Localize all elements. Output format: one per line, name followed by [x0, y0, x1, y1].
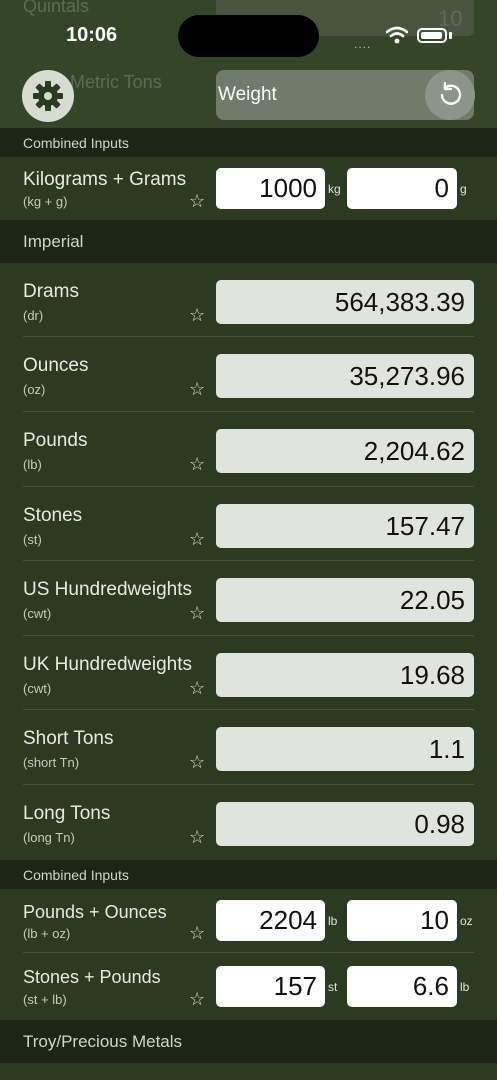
- favorite-star-icon[interactable]: ☆: [189, 989, 205, 1010]
- favorite-star-icon[interactable]: ☆: [189, 379, 205, 400]
- section-header-combined-metric: Combined Inputs: [0, 128, 497, 157]
- ghost-quintals-label: Quintals: [23, 0, 90, 16]
- section-header-troy: Troy/Precious Metals: [0, 1020, 497, 1063]
- row-label: Pounds: [23, 430, 88, 451]
- row-ounces: Ounces (oz) ☆ 35,273.96: [0, 337, 497, 412]
- row-drams: Drams (dr) ☆ 564,383.39: [0, 263, 497, 337]
- unit-st: st: [328, 980, 338, 994]
- row-uk-hundredweights: UK Hundredweights (cwt) ☆ 19.68: [0, 636, 497, 710]
- row-label: Stones: [23, 505, 83, 526]
- ghost-metric-tons-label: Metric Tons: [70, 72, 162, 92]
- row-sublabel: (lb + oz): [23, 926, 71, 941]
- favorite-star-icon[interactable]: ☆: [189, 678, 205, 699]
- unit-lb: lb: [328, 914, 338, 928]
- unit-kg: kg: [328, 182, 341, 196]
- row-sublabel: (cwt): [23, 681, 52, 696]
- row-stones: Stones (st) ☆ 157.47: [0, 487, 497, 561]
- drams-value-field[interactable]: 564,383.39: [216, 280, 474, 324]
- row-label: US Hundredweights: [23, 579, 192, 600]
- favorite-star-icon[interactable]: ☆: [189, 752, 205, 773]
- favorite-star-icon[interactable]: ☆: [189, 454, 205, 475]
- row-label: Drams: [23, 281, 79, 302]
- long-tons-value-field[interactable]: 0.98: [216, 802, 474, 846]
- stones-input[interactable]: 157: [216, 966, 325, 1007]
- ounces-value-field[interactable]: 35,273.96: [216, 354, 474, 398]
- row-label: UK Hundredweights: [23, 654, 192, 675]
- reset-button[interactable]: [425, 70, 475, 120]
- row-label: Ounces: [23, 355, 89, 376]
- row-us-hundredweights: US Hundredweights (cwt) ☆ 22.05: [0, 561, 497, 636]
- favorite-star-icon[interactable]: ☆: [189, 529, 205, 550]
- unit-lb: lb: [460, 980, 470, 994]
- row-sublabel: (oz): [23, 382, 46, 397]
- grams-input[interactable]: 0: [347, 168, 457, 209]
- row-label: Short Tons: [23, 728, 114, 749]
- uk-hundredweights-value-field[interactable]: 19.68: [216, 653, 474, 697]
- us-hundredweights-value-field[interactable]: 22.05: [216, 578, 474, 622]
- battery-nub: [449, 32, 452, 39]
- battery-icon: [417, 28, 447, 43]
- dynamic-island: [178, 15, 319, 57]
- row-sublabel: (dr): [23, 308, 44, 323]
- section-header-imperial: Imperial: [0, 220, 497, 263]
- short-tons-value-field[interactable]: 1.1: [216, 727, 474, 771]
- row-long-tons: Long Tons (long Tn) ☆ 0.98: [0, 785, 497, 860]
- favorite-star-icon[interactable]: ☆: [189, 191, 205, 212]
- row-sublabel: (cwt): [23, 606, 52, 621]
- unit-oz: oz: [460, 914, 473, 928]
- row-sublabel: (kg + g): [23, 194, 68, 209]
- favorite-star-icon[interactable]: ☆: [189, 603, 205, 624]
- row-stones-pounds: Stones + Pounds (st + lb) ☆ 157 st 6.6 l…: [0, 953, 497, 1020]
- row-label: Long Tons: [23, 803, 111, 824]
- unit-g: g: [460, 182, 467, 196]
- category-title: Weight: [218, 84, 277, 105]
- stones-value-field[interactable]: 157.47: [216, 504, 474, 548]
- favorite-star-icon[interactable]: ☆: [189, 827, 205, 848]
- settings-button[interactable]: [22, 70, 74, 122]
- signal-icon: ....: [354, 37, 372, 51]
- row-short-tons: Short Tons (short Tn) ☆ 1.1: [0, 710, 497, 785]
- kilograms-input[interactable]: 1000: [216, 168, 325, 209]
- row-pounds: Pounds (lb) ☆ 2,204.62: [0, 412, 497, 487]
- row-sublabel: (short Tn): [23, 755, 80, 770]
- row-pounds-ounces: Pounds + Ounces (lb + oz) ☆ 2204 lb 10 o…: [0, 889, 497, 953]
- wifi-icon: [386, 26, 408, 44]
- row-sublabel: (lb): [23, 457, 42, 472]
- favorite-star-icon[interactable]: ☆: [189, 305, 205, 326]
- status-time: 10:06: [66, 24, 118, 46]
- row-label: Kilograms + Grams: [23, 169, 187, 190]
- row-label: Pounds + Ounces: [23, 902, 167, 922]
- row-sublabel: (st + lb): [23, 992, 67, 1007]
- pounds-input[interactable]: 2204: [216, 900, 325, 941]
- undo-icon: [440, 81, 462, 105]
- pounds-value-field[interactable]: 2,204.62: [216, 429, 474, 473]
- pounds-remainder-input[interactable]: 6.6: [347, 966, 457, 1007]
- row-sublabel: (st): [23, 532, 42, 547]
- gear-icon: [33, 81, 63, 111]
- ounces-input[interactable]: 10: [347, 900, 457, 941]
- favorite-star-icon[interactable]: ☆: [189, 923, 205, 944]
- row-label: Stones + Pounds: [23, 967, 161, 987]
- row-kilograms-grams: Kilograms + Grams (kg + g) ☆ 1000 kg 0 g: [0, 157, 497, 220]
- section-header-combined-imperial: Combined Inputs: [0, 860, 497, 889]
- row-sublabel: (long Tn): [23, 830, 75, 845]
